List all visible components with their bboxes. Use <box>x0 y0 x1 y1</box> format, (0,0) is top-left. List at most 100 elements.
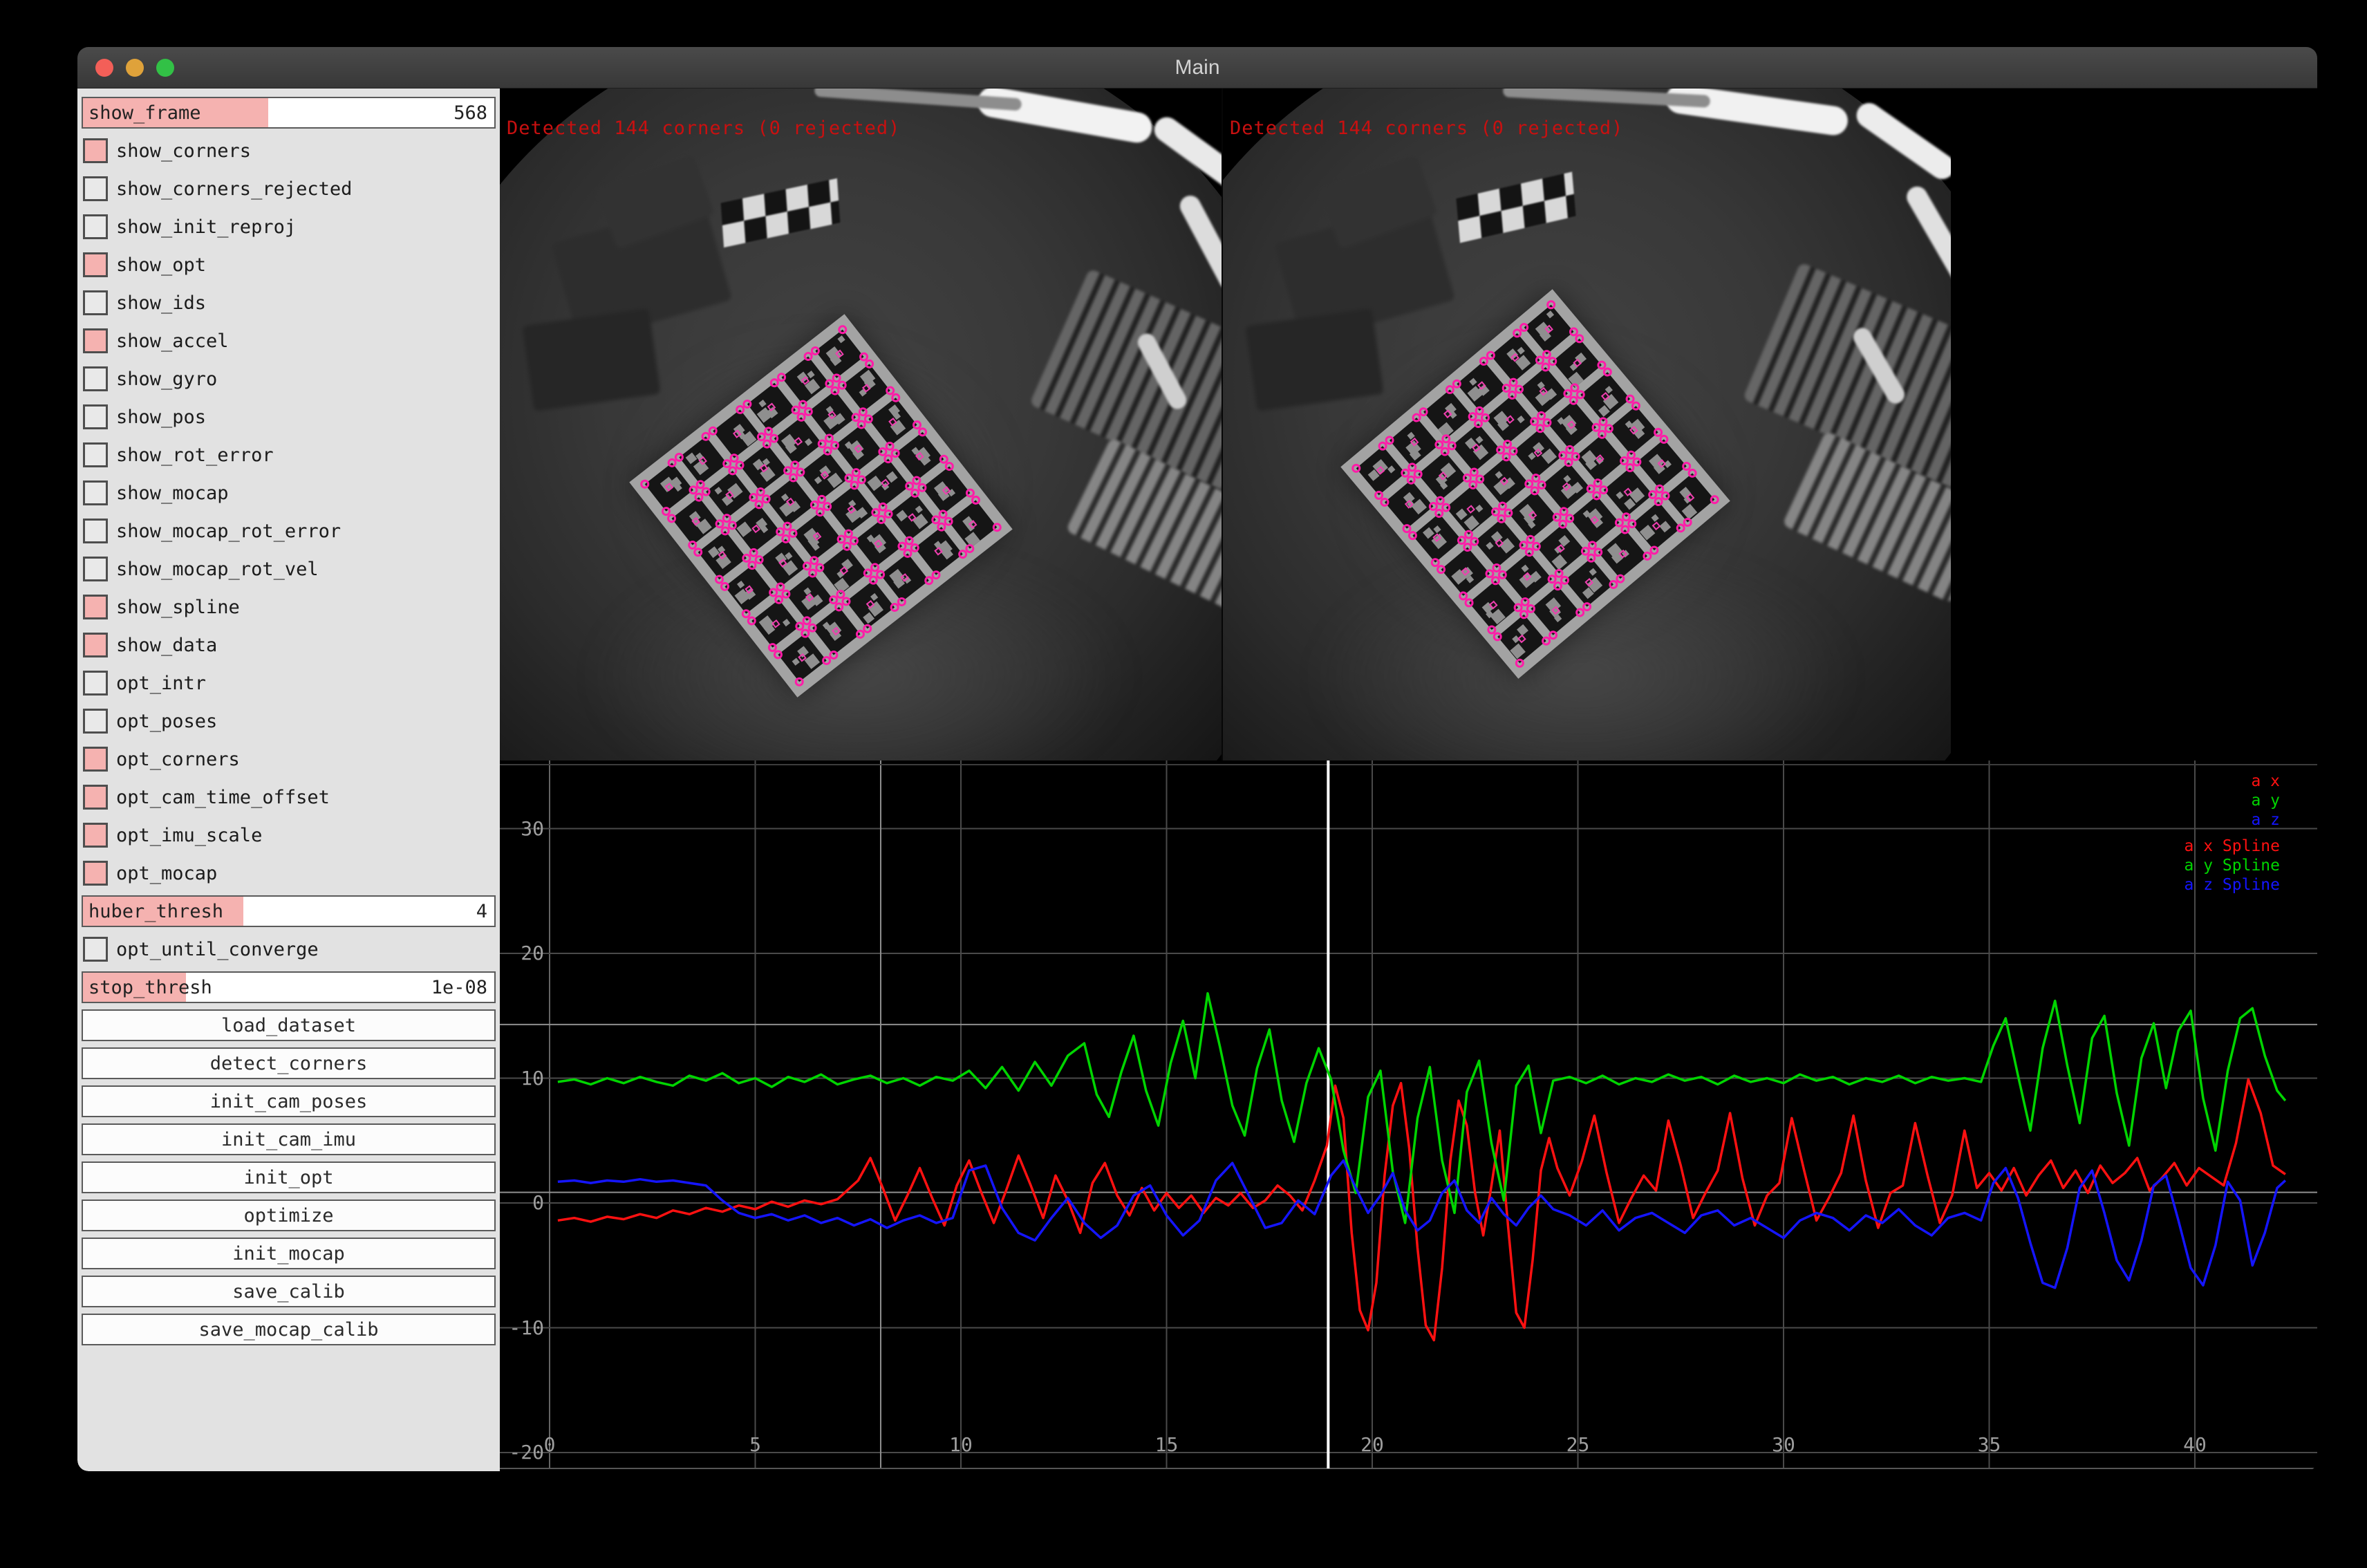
button-optimize[interactable]: optimize <box>82 1200 496 1231</box>
checkbox-label: show_corners_rejected <box>116 178 352 200</box>
x-axis-tick-label: 30 <box>1752 1433 1815 1457</box>
slider-huber_thresh[interactable]: huber_thresh 4 <box>82 895 496 927</box>
slider-stop_thresh[interactable]: stop_thresh1e-08 <box>82 971 496 1003</box>
button-save_calib[interactable]: save_calib <box>82 1276 496 1307</box>
x-axis-tick-label: 0 <box>518 1433 581 1457</box>
button-init_cam_imu[interactable]: init_cam_imu <box>82 1123 496 1155</box>
checkbox-show_mocap_rot_vel[interactable]: show_mocap_rot_vel <box>82 553 496 585</box>
slider-show_frame[interactable]: show_frame568 <box>82 97 496 129</box>
slider-label: huber_thresh <box>88 897 223 926</box>
tag-pixel <box>1541 448 1557 464</box>
checkbox-box[interactable] <box>83 480 108 505</box>
tag-pixel <box>1659 521 1671 532</box>
checkbox-show_corners[interactable]: show_corners <box>82 135 496 167</box>
shelf-1 <box>1245 308 1384 412</box>
checkbox-box[interactable] <box>83 366 108 391</box>
checkbox-opt_imu_scale[interactable]: opt_imu_scale <box>82 819 496 851</box>
title-bar[interactable]: Main <box>77 47 2317 88</box>
tag-pixel <box>1510 644 1526 660</box>
checkbox-label: show_mocap_rot_vel <box>116 559 319 580</box>
checkbox-show_mocap[interactable]: show_mocap <box>82 477 496 509</box>
checkbox-show_data[interactable]: show_data <box>82 629 496 661</box>
tag-pixel <box>708 546 720 558</box>
checkbox-show_mocap_rot_error[interactable]: show_mocap_rot_error <box>82 515 496 547</box>
button-init_cam_poses[interactable]: init_cam_poses <box>82 1085 496 1117</box>
slider-label: show_frame <box>88 98 201 127</box>
checkbox-opt_poses[interactable]: opt_poses <box>82 705 496 737</box>
tag-pixel <box>1387 465 1395 473</box>
checkbox-show_rot_error[interactable]: show_rot_error <box>82 439 496 471</box>
checkbox-box[interactable] <box>83 138 108 163</box>
tag-pixel <box>1605 385 1613 393</box>
checkbox-box[interactable] <box>83 557 108 581</box>
checkbox-box[interactable] <box>83 519 108 543</box>
tag-pixel <box>758 400 766 407</box>
checkbox-opt_mocap[interactable]: opt_mocap <box>82 857 496 889</box>
tag-pixel <box>805 653 820 669</box>
checkbox-show_gyro[interactable]: show_gyro <box>82 363 496 395</box>
x-axis-tick-label: 25 <box>1547 1433 1609 1457</box>
checkbox-box[interactable] <box>83 442 108 467</box>
checkbox-box[interactable] <box>83 252 108 277</box>
checkbox-box[interactable] <box>83 785 108 810</box>
camera-view-left[interactable]: Detected 144 corners (0 rejected) <box>500 88 1222 760</box>
checkbox-show_init_reproj[interactable]: show_init_reproj <box>82 211 496 243</box>
x-axis-tick-label: 40 <box>2164 1433 2226 1457</box>
button-load_dataset[interactable]: load_dataset <box>82 1009 496 1041</box>
checkbox-opt_intr[interactable]: opt_intr <box>82 667 496 699</box>
tag-pixel <box>1464 515 1480 531</box>
checkbox-box[interactable] <box>83 747 108 772</box>
checkbox-box[interactable] <box>83 861 108 886</box>
y-axis-tick-label: 0 <box>500 1191 544 1215</box>
checkbox-show_corners_rejected[interactable]: show_corners_rejected <box>82 173 496 205</box>
checkbox-box[interactable] <box>83 671 108 696</box>
button-save_mocap_calib[interactable]: save_mocap_calib <box>82 1314 496 1345</box>
tag-pixel <box>736 581 744 588</box>
x-axis-tick-label: 20 <box>1341 1433 1403 1457</box>
checkbox-show_spline[interactable]: show_spline <box>82 591 496 623</box>
checkbox-box[interactable] <box>83 176 108 201</box>
series-a-x <box>558 1079 2285 1340</box>
x-axis-tick-label: 15 <box>1136 1433 1198 1457</box>
slider-value: 4 <box>476 897 487 926</box>
button-detect_corners[interactable]: detect_corners <box>82 1047 496 1079</box>
main-window: Main show_frame568 show_corners show_corne… <box>77 47 2317 1471</box>
checkbox-box[interactable] <box>83 823 108 848</box>
y-axis-tick-label: -10 <box>500 1316 544 1340</box>
checkbox-show_opt[interactable]: show_opt <box>82 249 496 281</box>
checkbox-label: opt_mocap <box>116 863 217 884</box>
shelf-1 <box>522 308 661 412</box>
checkbox-opt_corners[interactable]: opt_corners <box>82 743 496 775</box>
tag-pixel <box>1412 498 1428 514</box>
checkbox-box[interactable] <box>83 214 108 239</box>
checkbox-box[interactable] <box>83 328 108 353</box>
checkbox-box[interactable] <box>83 709 108 734</box>
checkbox-box[interactable] <box>83 290 108 315</box>
checkbox-box[interactable] <box>83 937 108 962</box>
checkbox-opt_cam_time_offset[interactable]: opt_cam_time_offset <box>82 781 496 813</box>
checkbox-label: opt_poses <box>116 711 217 732</box>
checkbox-show_ids[interactable]: show_ids <box>82 287 496 319</box>
checkbox-opt_until_converge[interactable]: opt_until_converge <box>82 933 496 965</box>
imu-accel-plot[interactable]: a xa ya z a x Splinea y Splinea z Spline… <box>500 760 2317 1471</box>
button-init_mocap[interactable]: init_mocap <box>82 1238 496 1269</box>
checkbox-label: opt_until_converge <box>116 939 319 960</box>
tag-pixel <box>1469 377 1477 385</box>
tag-pixel <box>1517 346 1525 354</box>
checkbox-show_accel[interactable]: show_accel <box>82 325 496 357</box>
checkbox-label: show_mocap_rot_error <box>116 521 341 542</box>
checkbox-label: show_accel <box>116 330 229 352</box>
checkbox-label: opt_cam_time_offset <box>116 787 330 808</box>
tag-pixel <box>1651 514 1658 521</box>
button-init_opt[interactable]: init_opt <box>82 1161 496 1193</box>
checkbox-box[interactable] <box>83 633 108 657</box>
checkbox-box[interactable] <box>83 595 108 619</box>
tag-pixel <box>1456 508 1468 520</box>
checkbox-show_pos[interactable]: show_pos <box>82 401 496 433</box>
checkbox-box[interactable] <box>83 404 108 429</box>
tag-pixel <box>915 505 922 513</box>
tag-pixel <box>714 487 722 494</box>
slider-value: 1e-08 <box>431 973 487 1002</box>
tag-pixel <box>827 472 842 487</box>
camera-view-right[interactable]: Detected 144 corners (0 rejected) <box>1222 88 1951 760</box>
